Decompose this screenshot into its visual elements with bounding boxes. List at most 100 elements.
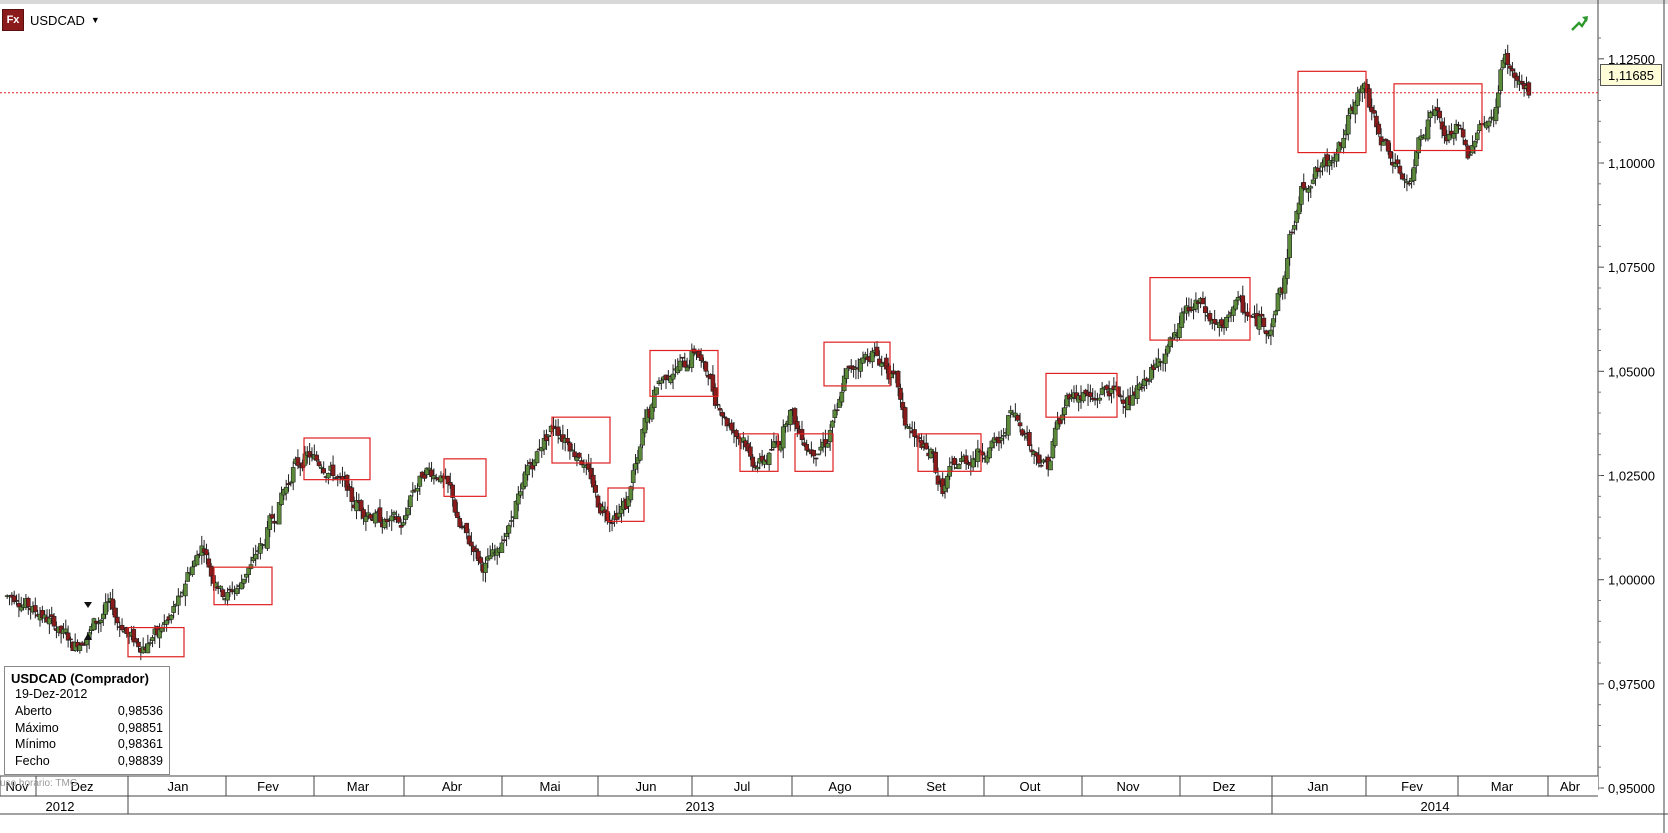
candle-up (677, 360, 683, 371)
candle-up (363, 516, 369, 522)
candle-up (98, 619, 104, 623)
y-tick-label: 1,10000 (1608, 156, 1655, 171)
chart-header: Fx USDCAD ▼ (0, 0, 100, 40)
candle-up (1402, 178, 1407, 181)
candle-down (1202, 306, 1208, 314)
candle-up (525, 465, 530, 476)
candle-up (827, 430, 833, 443)
candle-up (408, 495, 413, 508)
candle-up (987, 447, 992, 459)
candle-up (832, 409, 838, 418)
candle-down (1289, 231, 1295, 234)
candle-down (1200, 298, 1206, 305)
candle-up (659, 380, 664, 384)
candle-down (572, 451, 577, 458)
candle-up (1472, 141, 1478, 148)
green-trend-arrow-icon[interactable] (1570, 14, 1590, 32)
candle-up (654, 387, 659, 395)
candle-up (633, 463, 638, 470)
candle-down (902, 407, 908, 426)
candle-down (25, 597, 31, 608)
month-label: Fev (257, 779, 279, 794)
candle-down (895, 370, 901, 388)
candle-up (628, 486, 634, 501)
candle-down (555, 426, 561, 436)
candle-up (975, 448, 981, 462)
candle-down (1259, 313, 1264, 317)
candle-up (870, 350, 875, 363)
candle-down (719, 411, 725, 417)
candle-up (818, 446, 824, 451)
candle-down (1139, 386, 1145, 389)
candle-down (1465, 145, 1471, 159)
candle-down (469, 541, 474, 547)
candle-up (389, 515, 394, 522)
month-label: Abr (1560, 779, 1581, 794)
candle-up (1052, 427, 1058, 446)
candle-down (321, 468, 326, 474)
candle-down (963, 455, 969, 464)
candle-up (168, 614, 174, 620)
candle-down (464, 522, 470, 534)
candle-down (834, 409, 840, 412)
candle-down (16, 603, 22, 608)
candle-up (504, 533, 509, 537)
candle-up (1008, 410, 1013, 414)
candle-up (1275, 293, 1281, 312)
candle-up (1130, 395, 1135, 406)
candle-down (1036, 454, 1042, 464)
y-tick-label: 0,95000 (1608, 781, 1655, 796)
candle-up (1285, 258, 1290, 279)
candle-up (1411, 167, 1417, 182)
candle-down (576, 452, 582, 458)
candle-up (483, 562, 488, 573)
month-label: Set (926, 779, 946, 794)
candle-up (1317, 170, 1323, 173)
candle-up (1381, 141, 1386, 146)
candle-up (190, 566, 195, 575)
candle-up (499, 542, 505, 553)
candle-down (769, 448, 774, 451)
candle-down (1022, 432, 1028, 435)
candle-down (1088, 392, 1093, 397)
candle-down (501, 539, 507, 542)
current-price-label: 1,11685 (1600, 64, 1662, 86)
candle-down (33, 605, 38, 612)
y-tick-label: 1,07500 (1608, 260, 1655, 275)
candle-down (952, 457, 957, 465)
candle-down (593, 485, 598, 493)
candle-up (1001, 434, 1006, 437)
candle-down (1399, 173, 1405, 180)
month-label: Jul (734, 779, 751, 794)
candle-up (1477, 124, 1482, 132)
candle-up (1425, 119, 1431, 140)
candle-up (1062, 407, 1067, 416)
candle-up (176, 595, 181, 606)
candle-up (755, 466, 760, 470)
candle-down (457, 518, 462, 528)
candle-up (998, 437, 1004, 441)
infobox-row-low: Mínimo 0,98361 (15, 737, 163, 751)
candle-down (680, 356, 685, 359)
candle-up (907, 427, 913, 429)
triangle-down-icon[interactable]: ▼ (91, 15, 100, 25)
candle-down (923, 442, 929, 450)
symbol-selector[interactable]: USDCAD (30, 13, 85, 28)
candle-up (276, 502, 282, 525)
year-label: 2014 (1421, 799, 1450, 814)
candle-up (1355, 92, 1360, 106)
year-label: 2012 (46, 799, 75, 814)
candle-up (1287, 234, 1292, 258)
candle-down (269, 514, 275, 519)
candle-up (956, 463, 962, 470)
candle-down (396, 516, 402, 523)
candle-down (136, 641, 141, 648)
y-tick-label: 0,97500 (1608, 677, 1655, 692)
candle-down (1388, 151, 1393, 159)
candle-up (1233, 299, 1239, 310)
candle-up (1179, 312, 1185, 328)
candle-down (133, 638, 139, 643)
candle-up (1163, 353, 1168, 364)
candle-down (1442, 125, 1447, 136)
candle-down (1118, 395, 1124, 398)
